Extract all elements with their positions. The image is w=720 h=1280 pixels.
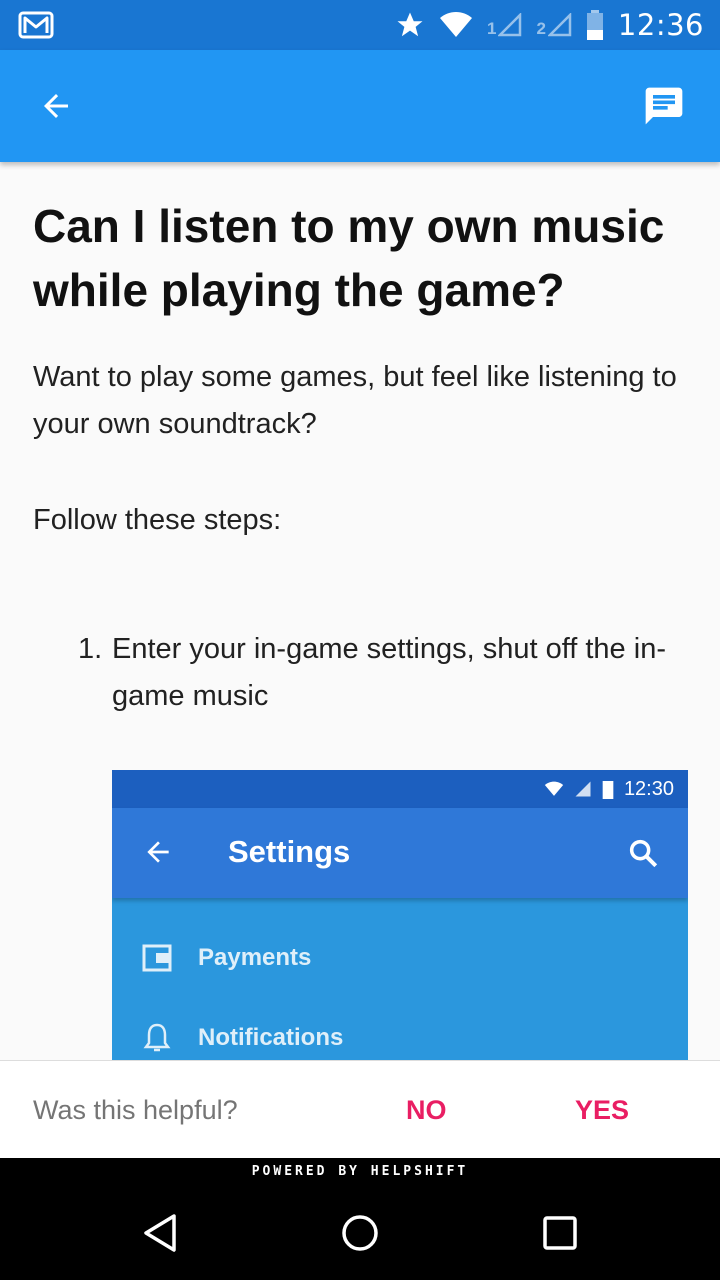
- step-text: Enter your in-game settings, shut off th…: [112, 633, 666, 712]
- circle-home-icon: [342, 1215, 378, 1251]
- screenshot-status-bar: 12:30: [112, 770, 688, 808]
- article-paragraph: Follow these steps:: [33, 504, 282, 536]
- nav-recents-button[interactable]: [535, 1208, 585, 1258]
- powered-by-label: POWERED BY HELPSHIFT: [0, 1158, 720, 1186]
- screenshot-app-bar: Settings: [112, 808, 688, 898]
- screenshot-item-notifications: Notifications: [142, 1022, 343, 1054]
- screenshot-time: 12:30: [623, 777, 674, 800]
- status-bar: 1 2 12:36: [0, 0, 720, 50]
- wifi-icon: [439, 12, 472, 37]
- back-button[interactable]: [34, 84, 78, 128]
- signal-icon: [575, 781, 591, 797]
- yes-button[interactable]: YES: [575, 1095, 629, 1126]
- article-title: Can I listen to my own music while playi…: [33, 200, 665, 316]
- battery-icon: [602, 781, 614, 799]
- settings-screenshot: 12:30 Settings Payments Notifications: [112, 770, 688, 1060]
- bell-icon: [143, 1023, 171, 1052]
- chat-icon: [645, 87, 683, 125]
- feedback-question: Was this helpful?: [33, 1095, 238, 1125]
- screenshot-item-label: Payments: [198, 944, 312, 971]
- sim2-label: 2: [536, 19, 546, 38]
- screenshot-item-payments: Payments: [142, 944, 311, 972]
- app-bar: [0, 50, 720, 162]
- battery-icon: [586, 10, 603, 40]
- step-number: 1.: [78, 633, 103, 665]
- feedback-bar: Was this helpful? NO YES: [0, 1060, 720, 1158]
- wallet-icon: [142, 944, 172, 972]
- square-recents-icon: [543, 1216, 577, 1250]
- triangle-back-icon: [144, 1214, 176, 1252]
- article-paragraph: Want to play some games, but feel like l…: [33, 361, 677, 440]
- screenshot-item-label: Notifications: [198, 1024, 344, 1051]
- nav-home-button[interactable]: [335, 1208, 385, 1258]
- faq-content[interactable]: Can I listen to my own music while playi…: [0, 162, 720, 1060]
- signal-icon: [498, 13, 522, 37]
- nav-back-button[interactable]: [135, 1208, 185, 1258]
- wifi-icon: [544, 781, 564, 796]
- no-button[interactable]: NO: [406, 1095, 447, 1126]
- sim1-label: 1: [486, 19, 497, 38]
- navigation-bar: [0, 1186, 720, 1280]
- chat-button[interactable]: [642, 84, 686, 128]
- gmail-icon: [18, 11, 54, 39]
- star-icon: [397, 12, 423, 37]
- sim2-signal: 2: [536, 13, 572, 38]
- arrow-back-icon: [147, 841, 169, 863]
- sim1-signal: 1: [487, 13, 522, 37]
- search-icon: [629, 839, 658, 868]
- status-time: 12:36: [617, 8, 704, 42]
- signal-icon: [547, 13, 572, 37]
- arrow-back-icon: [44, 94, 68, 118]
- step-item: 1. Enter your in-game settings, shut off…: [78, 626, 688, 720]
- screenshot-title: Settings: [228, 834, 351, 869]
